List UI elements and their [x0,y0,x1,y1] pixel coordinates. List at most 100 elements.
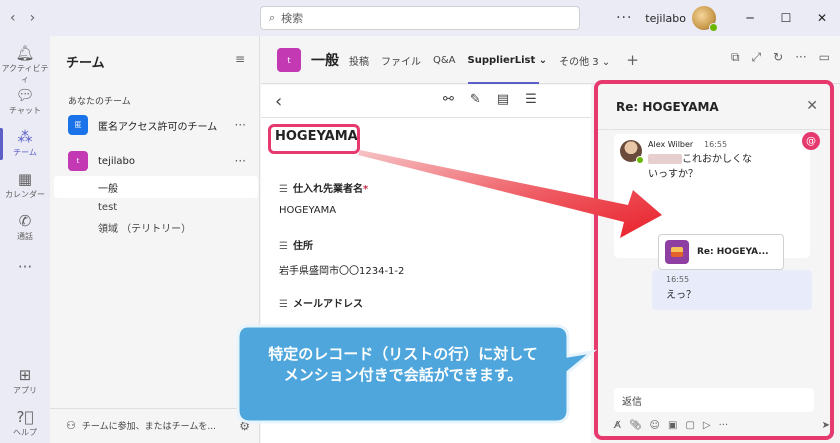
calendar-icon: ▦ [17,170,33,188]
conversation-panel: Re: HOGEYAMA ✕ Alex Wilber 16:55 これおかしくな… [594,80,834,440]
team-more-icon[interactable]: ··· [235,154,246,168]
tab-more[interactable]: その他 3 ⌄ [559,36,610,84]
channel-general[interactable]: 一般 [54,176,258,198]
popout-icon[interactable]: ⧉ [731,50,740,65]
channel-territory[interactable]: 領域 （テリトリー） [54,216,258,238]
more-options-icon[interactable]: ··· [611,10,637,26]
nav-arrows: ‹ › [10,10,35,26]
message-text: これおかしくないっすか？ [648,154,752,180]
presence-available-icon [636,156,644,164]
more-icon: ··· [17,258,33,276]
avatar[interactable] [692,6,718,32]
conversation-icon[interactable]: ☰ [525,92,537,107]
reply-input[interactable]: 返信 [614,388,814,412]
maximize-button[interactable]: ☐ [768,11,804,25]
tab-supplierlist[interactable]: SupplierList ⌄ [467,36,547,84]
rail-calls[interactable]: ✆ 通話 [0,212,50,242]
teams-section-label: あなたのチーム [68,97,131,107]
search-placeholder: 検索 [281,12,304,25]
field-value-address: 岩手県盛岡市〇〇1234-1-2 [279,266,405,277]
back-icon[interactable]: ‹ [10,10,16,26]
edit-icon[interactable]: ✎ [470,92,481,107]
field-label-text: 住所 [292,241,313,252]
required-mark: * [362,184,369,195]
callout-line-2: メンション付きで会話ができます。 [283,366,523,384]
rail-label: カレンダー [5,190,45,199]
rail-teams[interactable]: ⁂ チーム [0,128,50,160]
link-icon[interactable]: ⚯ [443,92,454,107]
gif-icon[interactable]: ▣ [668,420,677,431]
forward-icon[interactable]: › [30,10,36,26]
conversation-header: Re: HOGEYAMA ✕ [598,84,830,130]
minimize-button[interactable]: ─ [732,11,768,25]
comment-icon[interactable]: ▤ [497,92,509,107]
search-input[interactable]: ⌕ 検索 [260,6,580,30]
more-icon[interactable]: ··· [795,50,806,65]
rail-label: 通話 [17,232,33,241]
refresh-icon[interactable]: ↻ [773,50,783,65]
rail-more[interactable]: ··· [0,258,50,277]
channel-tabs: 投稿 ファイル Q&A SupplierList ⌄ その他 3 ⌄ + [349,36,639,84]
header-actions: ⧉ ⤢ ↻ ··· ▭ [731,50,830,65]
message-card: Alex Wilber 16:55 これおかしくないっすか？ Re: HOGEY… [614,134,810,270]
tab-posts[interactable]: 投稿 [349,36,369,84]
back-icon[interactable]: ‹ [275,91,282,112]
team-name: 匿名アクセス許可のチーム [98,121,218,133]
search-icon: ⌕ [269,11,276,24]
help-icon: ?⃝ [16,408,34,426]
phone-icon: ✆ [18,212,32,230]
text-field-icon: ☰ [279,184,288,195]
field-label-text: 仕入れ先業者名 [292,184,363,195]
list-app-icon [665,240,689,264]
join-team-label: チームに参加、またはチームを... [81,422,216,432]
bell-icon: 🔔︎ [15,44,35,62]
rail-activity[interactable]: 🔔︎ アクティビティ [0,44,50,85]
presence-available-icon [709,23,718,32]
people-add-icon: ⚇ [66,419,76,432]
format-icon[interactable]: A̸ [614,420,621,431]
join-team-button[interactable]: ⚇ チームに参加、またはチームを... ⚙ [50,408,260,442]
avatar[interactable] [620,140,644,164]
rail-apps[interactable]: ⊞ アプリ [0,366,50,396]
attachment-card[interactable]: Re: HOGEYA... [658,234,784,270]
close-icon[interactable]: ✕ [806,98,818,114]
channel-header: t 一般 投稿 ファイル Q&A SupplierList ⌄ その他 3 ⌄ … [261,36,840,84]
close-button[interactable]: ✕ [804,11,840,25]
attach-icon[interactable]: 📎︎ [629,420,642,431]
apps-icon: ⊞ [18,366,32,384]
schedule-icon[interactable]: ▷ [703,420,711,431]
emoji-icon[interactable]: ☺ [650,420,660,431]
reply-time: 16:55 [666,275,690,284]
rail-label: チャット [9,106,41,115]
callout-line-1: 特定のレコード（リストの行）に対して [268,345,538,363]
team-logo: t [68,151,88,171]
field-label-address: ☰ 住所 [279,237,313,252]
field-label-supplier: ☰ 仕入れ先業者名* [279,180,368,195]
sticker-icon[interactable]: ▢ [685,420,694,431]
channel-test[interactable]: test [54,196,258,218]
filter-icon[interactable]: ≡ [235,52,245,66]
gear-icon[interactable]: ⚙ [239,419,250,433]
rail-help[interactable]: ?⃝ ヘルプ [0,408,50,438]
add-tab-icon[interactable]: + [626,51,639,69]
more-icon[interactable]: ··· [719,420,729,431]
expand-icon[interactable]: ⤢ [752,50,762,65]
field-label-email: ☰ メールアドレス [279,295,363,310]
tab-files[interactable]: ファイル [381,36,421,84]
team-logo: 匿 [68,115,88,135]
mention-badge: @ [802,132,820,150]
rail-calendar[interactable]: ▦ カレンダー [0,170,50,200]
team-tejilabo[interactable]: t tejilabo ··· [50,148,260,174]
chat-icon: 💬︎ [15,86,35,104]
team-anonymous[interactable]: 匿 匿名アクセス許可のチーム ··· [50,112,260,138]
callout-text: 特定のレコード（リストの行）に対して メンション付きで会話ができます。 [248,344,558,386]
team-more-icon[interactable]: ··· [235,118,246,132]
rail-label: アクティビティ [1,64,49,84]
tab-qa[interactable]: Q&A [433,36,456,84]
conversation-title: Re: HOGEYAMA [616,100,719,114]
send-icon[interactable]: ➤ [822,420,830,431]
rail-chat[interactable]: 💬︎ チャット [0,86,50,116]
team-name: tejilabo [98,155,136,167]
meet-icon[interactable]: ▭ [819,50,830,65]
title-highlight-box [268,124,360,154]
